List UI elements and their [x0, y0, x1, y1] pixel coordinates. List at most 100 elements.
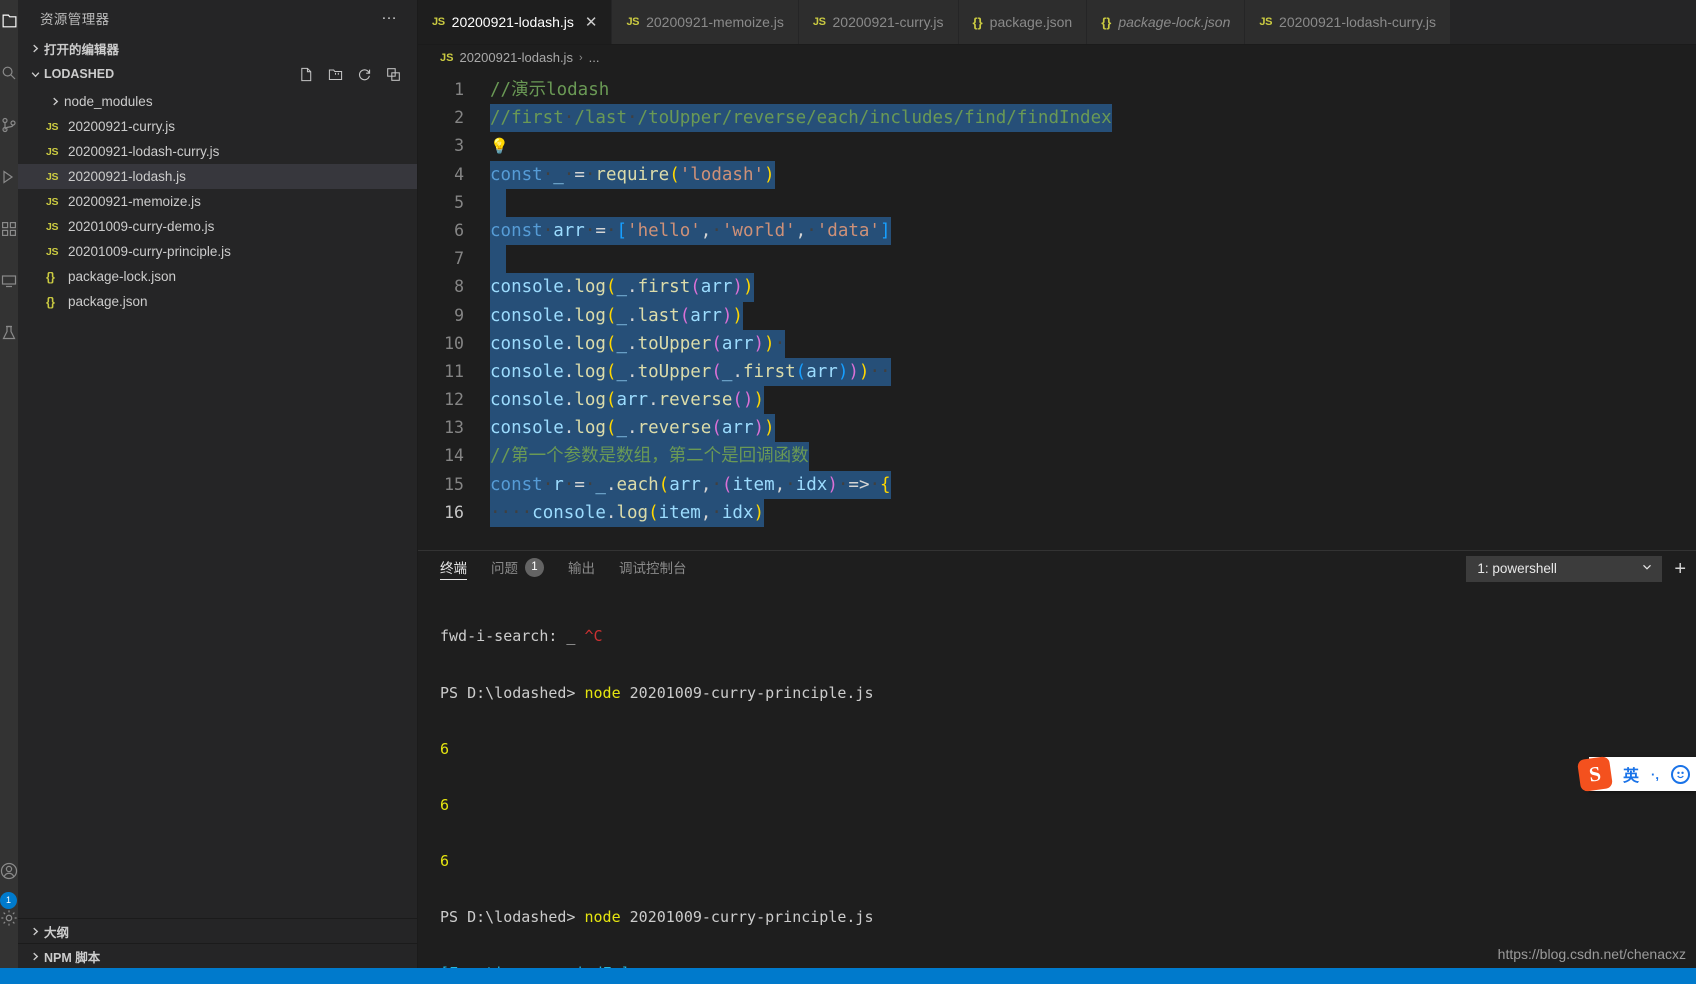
code-line: 5	[418, 188, 1696, 217]
tab-label: package-lock.json	[1118, 14, 1231, 30]
terminal-line: PS D:\lodashed> node 20201009-curry-prin…	[440, 907, 874, 926]
editor-group: JS 20200921-lodash.js ✕ JS 20200921-memo…	[418, 0, 1696, 968]
tab-package-json[interactable]: {} package.json	[958, 0, 1088, 44]
code-line-text: console.log(_.last(arr))	[490, 301, 743, 330]
terminal-line: fwd-i-search: _ ^C	[440, 627, 603, 646]
tree-item-file[interactable]: JS 20200921-lodash-curry.js	[18, 139, 417, 164]
watermark-url: https://blog.csdn.net/chenacxz	[1497, 946, 1686, 962]
tab-package-lock-json[interactable]: {} package-lock.json	[1087, 0, 1246, 44]
new-terminal-icon[interactable]: +	[1674, 559, 1686, 579]
terminal-selector[interactable]: 1: powershell	[1466, 555, 1663, 582]
sidebar-title-label: 资源管理器	[40, 11, 110, 27]
code-line: 4 const·_·=·require('lodash')	[418, 160, 1696, 189]
json-file-icon: {}	[972, 14, 983, 30]
section-outline[interactable]: 大纲	[18, 918, 417, 943]
ime-punctuation-icon[interactable]: ·,	[1651, 767, 1659, 782]
json-file-icon: {}	[46, 269, 55, 284]
line-number: 5	[454, 192, 464, 212]
section-workspace-lodashed[interactable]: LODASHED	[18, 61, 417, 87]
code-line: 13 console.log(_.reverse(arr))	[418, 414, 1696, 443]
tab-label: 20200921-curry.js	[832, 14, 944, 30]
run-debug-icon[interactable]	[0, 164, 22, 190]
tab-label: 20200921-lodash.js	[451, 14, 574, 30]
json-file-icon: {}	[1101, 14, 1112, 30]
tree-item-file[interactable]: JS 20200921-memoize.js	[18, 189, 417, 214]
terminal-line: PS D:\lodashed> node 20201009-curry-prin…	[440, 683, 874, 702]
workspace-label: LODASHED	[44, 67, 115, 81]
panel-actions: 1: powershell +	[1466, 555, 1696, 582]
panel-tab-output[interactable]: 输出	[568, 557, 595, 580]
chevron-right-icon	[26, 952, 44, 961]
tree-item-label: 20200921-lodash-curry.js	[68, 144, 220, 159]
line-number: 4	[454, 164, 464, 184]
explorer-icon[interactable]	[0, 8, 22, 34]
line-number: 1	[454, 80, 464, 99]
code-line-text	[490, 188, 506, 217]
terminal-line: 6	[440, 795, 450, 814]
breadcrumb: JS 20200921-lodash.js › ...	[418, 45, 1696, 70]
ime-smiley-icon[interactable]	[1671, 764, 1690, 784]
test-beaker-icon[interactable]	[0, 320, 22, 346]
js-file-icon: JS	[812, 16, 826, 28]
refresh-icon[interactable]	[357, 67, 372, 82]
sidebar-more-actions-icon[interactable]: …	[381, 6, 399, 26]
tab-label: 20200921-memoize.js	[646, 14, 784, 30]
js-file-icon: JS	[1259, 16, 1273, 28]
workbench-body: 1 资源管理器 … 打开的编辑器 LODASHED node_modules J…	[0, 0, 1696, 968]
status-bar[interactable]	[0, 968, 1696, 984]
account-icon[interactable]	[0, 858, 22, 884]
code-line-text: //演示lodash	[490, 80, 610, 100]
remote-explorer-icon[interactable]	[0, 268, 22, 294]
code-line: 15 const·r·=·_.each(arr,·(item,·idx)·=>·{	[418, 470, 1696, 499]
settings-gear-icon[interactable]	[0, 905, 22, 931]
tree-item-file-selected[interactable]: JS 20200921-lodash.js	[18, 164, 417, 189]
tree-item-file[interactable]: {} package-lock.json	[18, 264, 417, 289]
tree-item-file[interactable]: JS 20200921-curry.js	[18, 114, 417, 139]
code-line: 2 //first·/last·/toUpper/reverse/each/inc…	[418, 104, 1696, 133]
breadcrumb-more[interactable]: ...	[589, 50, 600, 65]
panel-tab-debug-console[interactable]: 调试控制台	[619, 557, 687, 580]
extensions-icon[interactable]	[0, 216, 22, 242]
close-icon[interactable]: ✕	[585, 15, 598, 30]
sogou-ime-toolbar[interactable]: S 英 ·,	[1576, 755, 1696, 793]
chevron-right-icon	[46, 97, 64, 106]
section-npm-scripts[interactable]: NPM 脚本	[18, 943, 417, 968]
line-number: 14	[444, 446, 464, 466]
code-line: 12 console.log(arr.reverse())	[418, 386, 1696, 415]
tree-item-file[interactable]: {} package.json	[18, 289, 417, 314]
tree-item-node-modules[interactable]: node_modules	[18, 89, 417, 114]
collapse-all-icon[interactable]	[386, 67, 401, 82]
tree-item-file[interactable]: JS 20201009-curry-principle.js	[18, 239, 417, 264]
js-file-icon: JS	[626, 16, 640, 28]
section-open-editors[interactable]: 打开的编辑器	[18, 35, 417, 61]
code-line-text: ····console.log(item,·idx)	[490, 498, 765, 528]
search-icon[interactable]	[0, 60, 22, 86]
tab-20200921-curry-js[interactable]: JS 20200921-curry.js	[798, 0, 959, 44]
terminal-output[interactable]: fwd-i-search: _ ^C PS D:\lodashed> node …	[418, 586, 1696, 968]
code-editor[interactable]: 1 //演示lodash 2 //first·/last·/toUpper/reve…	[418, 70, 1696, 550]
new-folder-icon[interactable]	[328, 67, 343, 82]
panel-tab-terminal[interactable]: 终端	[440, 557, 467, 580]
new-file-icon[interactable]	[299, 67, 314, 82]
problems-badge: 1	[525, 557, 544, 577]
lightbulb-icon[interactable]: 💡	[490, 137, 509, 155]
workspace-actions	[299, 67, 417, 82]
source-control-icon[interactable]	[0, 112, 22, 138]
tab-20200921-lodash-js[interactable]: JS 20200921-lodash.js ✕	[418, 0, 613, 44]
tree-item-label: 20200921-lodash.js	[68, 169, 186, 184]
breadcrumb-file[interactable]: 20200921-lodash.js	[459, 50, 572, 65]
tab-label: 20200921-lodash-curry.js	[1279, 14, 1436, 30]
panel-tab-problems[interactable]: 问题 1	[491, 557, 544, 580]
ime-mode-label[interactable]: 英	[1623, 762, 1639, 786]
line-number: 8	[454, 277, 464, 297]
tab-20200921-lodash-curry-js[interactable]: JS 20200921-lodash-curry.js	[1245, 0, 1451, 44]
activity-bar: 1	[0, 0, 18, 968]
chevron-down-icon	[1641, 561, 1653, 576]
file-tree: node_modules JS 20200921-curry.js JS 202…	[18, 87, 417, 918]
code-line: 6 const·arr·=·['hello',·'world',·'data']	[418, 216, 1696, 246]
tree-item-file[interactable]: JS 20201009-curry-demo.js	[18, 214, 417, 239]
code-line-text: console.log(_.toUpper(_.first(arr)))··	[490, 357, 891, 387]
code-line: 8 console.log(_.first(arr))	[418, 273, 1696, 302]
vscode-window: 1 资源管理器 … 打开的编辑器 LODASHED node_modules J…	[0, 0, 1696, 984]
tab-20200921-memoize-js[interactable]: JS 20200921-memoize.js	[612, 0, 799, 44]
